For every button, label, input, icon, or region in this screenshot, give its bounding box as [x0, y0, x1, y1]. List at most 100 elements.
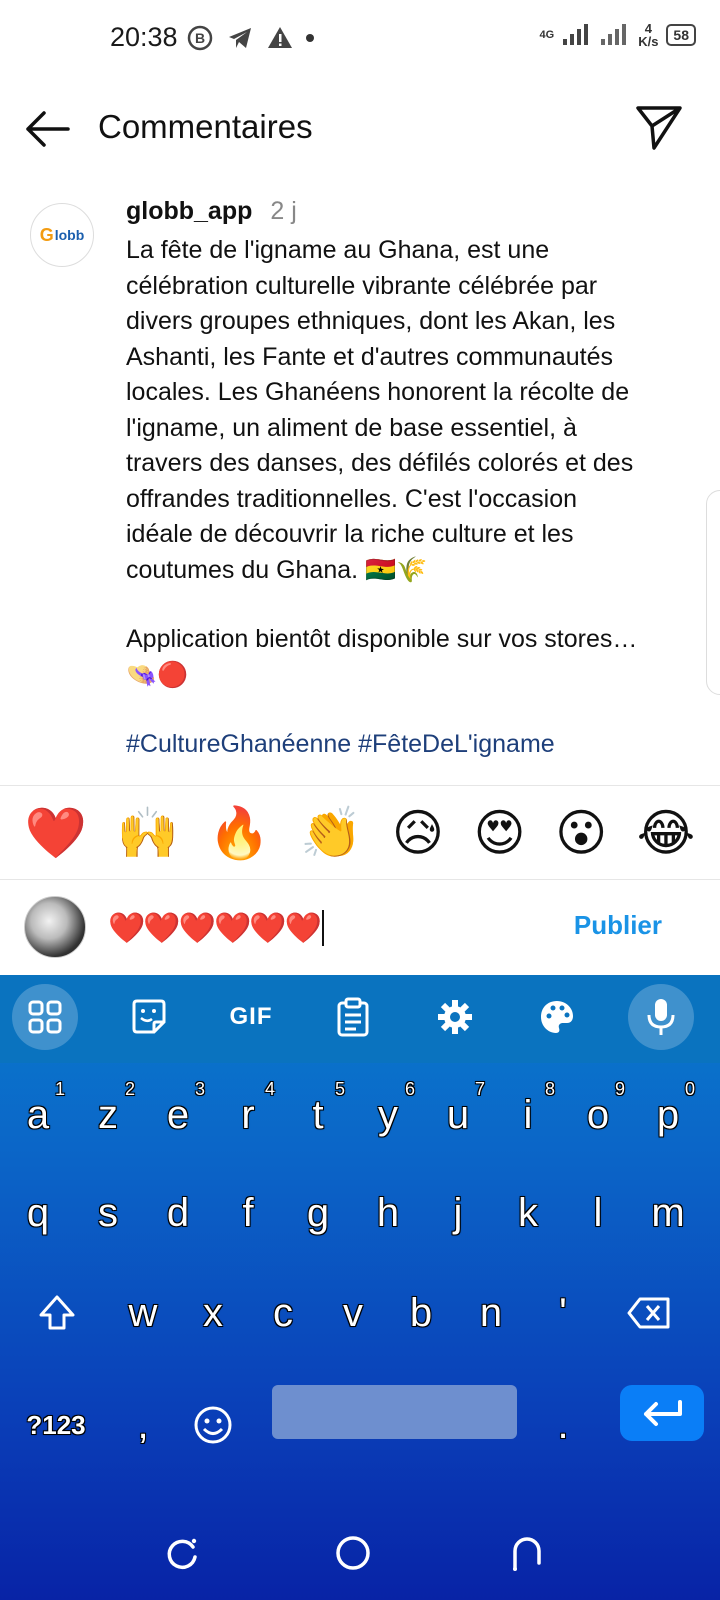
key-t-hint: 5	[334, 1079, 345, 1099]
keyboard-toolbar: GIF	[0, 975, 720, 1063]
key-c[interactable]: c	[248, 1273, 318, 1353]
key-w[interactable]: w	[108, 1273, 178, 1353]
key-l[interactable]: l	[563, 1173, 633, 1253]
key-r-label: r	[241, 1092, 255, 1137]
emoji-laughing[interactable]: 😂	[637, 803, 695, 863]
emoji-surprised[interactable]: 😮	[555, 803, 607, 863]
comment-paragraph-2: Application bientôt disponible sur vos s…	[126, 625, 638, 689]
back-button[interactable]	[502, 1528, 552, 1578]
globb-avatar[interactable]: Globb	[30, 203, 94, 267]
settings-gear-icon[interactable]	[422, 984, 488, 1050]
emoji-red-heart[interactable]: ❤️	[25, 803, 87, 863]
key-o[interactable]: o9	[563, 1075, 633, 1155]
key-n[interactable]: n	[456, 1273, 526, 1353]
key-r[interactable]: r4	[213, 1075, 283, 1155]
key-p-label: p	[656, 1092, 680, 1137]
warning-icon	[268, 27, 292, 48]
key-q[interactable]: q	[3, 1173, 73, 1253]
key-y[interactable]: y6	[353, 1075, 423, 1155]
keyboard-row-2: q s d f g h j k l m	[0, 1173, 720, 1253]
key-i[interactable]: i8	[493, 1075, 563, 1155]
recents-button[interactable]	[156, 1528, 206, 1578]
key-v[interactable]: v	[318, 1273, 388, 1353]
key-y-hint: 6	[404, 1079, 415, 1099]
key-j[interactable]: j	[423, 1173, 493, 1253]
key-b[interactable]: b	[386, 1273, 456, 1353]
key-h[interactable]: h	[353, 1173, 423, 1253]
key-z-hint: 2	[124, 1079, 135, 1099]
emoji-heart-eyes[interactable]: 😍	[474, 803, 526, 863]
shift-key[interactable]	[22, 1273, 92, 1353]
sticker-icon[interactable]	[116, 984, 182, 1050]
gif-button[interactable]: GIF	[218, 984, 284, 1050]
key-t-label: t	[312, 1092, 324, 1137]
key-e-hint: 3	[194, 1079, 205, 1099]
keyboard-row-1: a1 z2 e3 r4 t5 y6 u7 i8 o9 p0	[0, 1075, 720, 1155]
emoji-sad-tear[interactable]: 😥	[392, 803, 444, 863]
key-s[interactable]: s	[73, 1173, 143, 1253]
system-nav-bar	[0, 1510, 720, 1600]
key-z[interactable]: z2	[73, 1075, 143, 1155]
symbols-key[interactable]: ?123	[6, 1385, 106, 1465]
key-a[interactable]: a1	[3, 1075, 73, 1155]
comma-key[interactable]: ,	[108, 1385, 178, 1465]
key-apostrophe[interactable]: '	[528, 1273, 598, 1353]
key-i-label: i	[523, 1092, 533, 1137]
enter-key[interactable]	[620, 1385, 704, 1441]
status-system-icons: 4G 4 K/s 58	[540, 22, 696, 48]
key-a-label: a	[26, 1092, 50, 1137]
comment-input[interactable]: ❤️❤️❤️❤️❤️❤️	[108, 906, 325, 950]
status-time: 20:38	[110, 22, 178, 52]
home-button[interactable]	[328, 1528, 378, 1578]
microphone-icon[interactable]	[628, 984, 694, 1050]
comment-paragraph-1: La fête de l'igname au Ghana, est une cé…	[126, 236, 641, 584]
apps-icon[interactable]	[12, 984, 78, 1050]
theme-palette-icon[interactable]	[524, 984, 590, 1050]
key-k[interactable]: k	[493, 1173, 563, 1253]
key-e[interactable]: e3	[143, 1075, 213, 1155]
recents-icon	[167, 1538, 197, 1570]
share-send-icon[interactable]	[634, 102, 684, 152]
key-f[interactable]: f	[213, 1173, 283, 1253]
key-z-label: z	[98, 1092, 118, 1137]
back-nav-icon	[513, 1537, 541, 1571]
gif-label: GIF	[229, 1003, 273, 1030]
comment-hashtags[interactable]: #CultureGhanéenne #FêteDeL'igname	[126, 727, 646, 763]
emoji-clapping[interactable]: 👏	[300, 803, 362, 863]
emoji-key[interactable]	[178, 1385, 248, 1465]
emoji-fire[interactable]: 🔥	[208, 803, 270, 863]
comment-input-value: ❤️❤️❤️❤️❤️❤️	[108, 911, 322, 945]
telegram-icon	[229, 28, 251, 48]
backspace-key[interactable]	[614, 1273, 684, 1353]
clipboard-icon[interactable]	[320, 984, 386, 1050]
key-g[interactable]: g	[283, 1173, 353, 1253]
side-panel-handle[interactable]	[706, 490, 720, 695]
key-o-label: o	[586, 1092, 610, 1137]
key-u-label: u	[446, 1092, 470, 1137]
key-p[interactable]: p0	[633, 1075, 703, 1155]
status-notification-icons: B	[186, 24, 314, 52]
network-speed: 4 K/s	[638, 22, 658, 48]
signal-icon-2	[601, 24, 627, 45]
comment-input-row: ❤️❤️❤️❤️❤️❤️ Publier	[0, 880, 720, 975]
more-notifications-dot	[306, 34, 314, 42]
back-arrow-icon[interactable]	[22, 104, 72, 154]
key-a-hint: 1	[54, 1079, 65, 1099]
comment-time: 2 j	[270, 197, 297, 225]
svg-text:B: B	[195, 30, 205, 46]
comment-username[interactable]: globb_app	[126, 197, 252, 225]
soft-keyboard: GIF a1 z2 e3 r4 t5 y6 u7 i8 o9 p0 q s d …	[0, 975, 720, 1600]
publish-button[interactable]: Publier	[574, 910, 662, 941]
signal-icon	[563, 24, 589, 45]
key-m[interactable]: m	[633, 1173, 703, 1253]
emoji-raised-hands[interactable]: 🙌	[117, 803, 179, 863]
period-key[interactable]: .	[528, 1385, 598, 1465]
key-u[interactable]: u7	[423, 1075, 493, 1155]
status-bar: 20:38 B 4G 4 K/s 58	[0, 0, 720, 80]
key-d[interactable]: d	[143, 1173, 213, 1253]
key-x[interactable]: x	[178, 1273, 248, 1353]
space-key[interactable]	[272, 1385, 517, 1439]
key-t[interactable]: t5	[283, 1075, 353, 1155]
key-y-label: y	[378, 1092, 398, 1137]
globb-logo-mark: G	[39, 224, 54, 245]
